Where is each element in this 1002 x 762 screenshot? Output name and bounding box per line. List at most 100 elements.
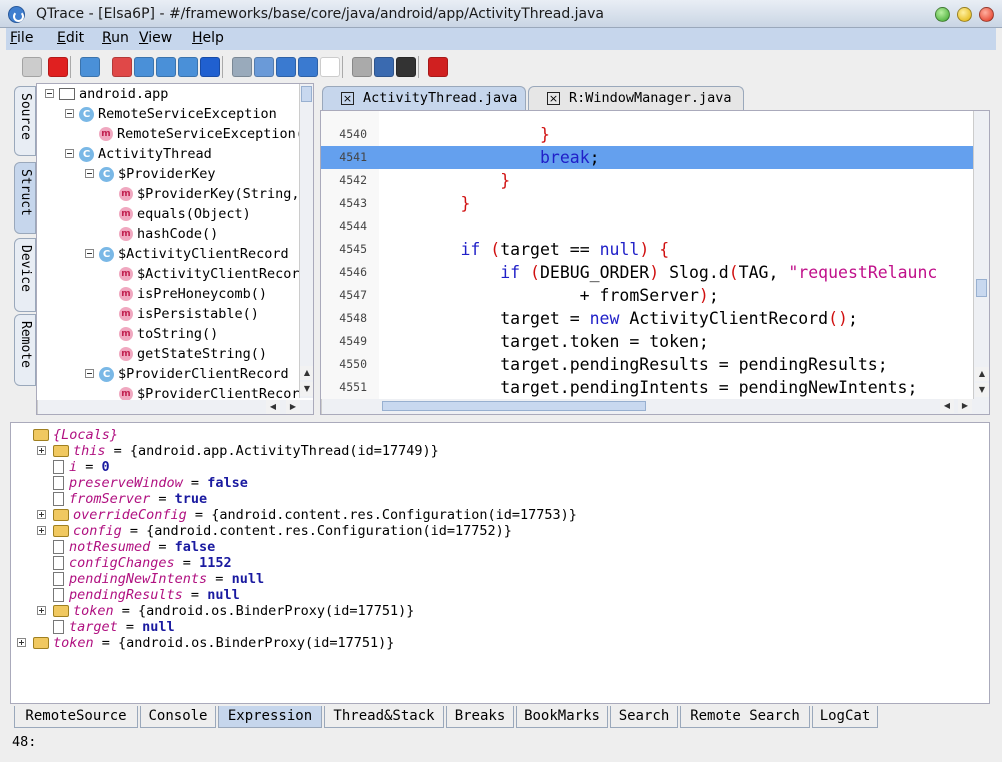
side-tab-source[interactable]: Source xyxy=(14,86,36,156)
power-icon[interactable] xyxy=(428,57,448,77)
bottom-tab-thread-stack[interactable]: Thread&Stack xyxy=(324,706,444,728)
step-over-icon[interactable] xyxy=(134,57,154,77)
close-button[interactable] xyxy=(979,7,994,22)
debug-icon[interactable] xyxy=(22,57,42,77)
tree-horizontal-scrollbar[interactable]: ◀ ▶ xyxy=(37,400,313,414)
variable-row[interactable]: pendingResults = null xyxy=(53,587,240,603)
scroll-right-icon[interactable]: ▶ xyxy=(958,399,972,413)
variable-row[interactable]: {Locals} xyxy=(33,427,118,443)
tree-class-item[interactable]: C $ActivityClientRecord xyxy=(99,244,289,264)
resume-icon[interactable] xyxy=(200,57,220,77)
menu-help[interactable]: Help xyxy=(192,30,224,46)
side-tab-struct[interactable]: Struct xyxy=(14,162,36,234)
bottom-tab-breaks[interactable]: Breaks xyxy=(446,706,514,728)
menu-edit[interactable]: Edit xyxy=(57,30,84,46)
variable-row[interactable]: target = null xyxy=(53,619,175,635)
collapse-icon[interactable] xyxy=(85,369,94,378)
scroll-up-icon[interactable]: ▲ xyxy=(300,366,313,380)
editor-vertical-scrollbar[interactable]: ▲ ▼ xyxy=(973,111,989,399)
blank-icon[interactable] xyxy=(320,57,340,77)
database-icon[interactable] xyxy=(80,57,100,77)
collapse-icon[interactable] xyxy=(85,169,94,178)
bottom-tab-remotesource[interactable]: RemoteSource xyxy=(14,706,138,728)
step-into-icon[interactable] xyxy=(156,57,176,77)
expand-icon[interactable] xyxy=(37,510,46,519)
bottom-tab-console[interactable]: Console xyxy=(140,706,216,728)
code-editor[interactable]: 4540 } 4541 break; 4542 } 4543 } 4544 4545 if… xyxy=(320,110,990,415)
expand-icon[interactable] xyxy=(37,526,46,535)
zoom-icon[interactable] xyxy=(232,57,252,77)
scroll-left-icon[interactable]: ◀ xyxy=(940,399,954,413)
tree-method-item[interactable]: m isPreHoneycomb() xyxy=(119,284,267,304)
menu-view[interactable]: View xyxy=(139,30,172,46)
layout-icon[interactable] xyxy=(374,57,394,77)
minimize-button[interactable] xyxy=(935,7,950,22)
forward-icon[interactable] xyxy=(298,57,318,77)
tree-method-item[interactable]: m $ActivityClientRecor xyxy=(119,264,300,284)
variable-row[interactable]: pendingNewIntents = null xyxy=(53,571,264,587)
scroll-left-icon[interactable]: ◀ xyxy=(266,400,280,414)
tree-vertical-scrollbar[interactable]: ▲ ▼ xyxy=(299,84,313,398)
expand-icon[interactable] xyxy=(37,446,46,455)
stop-icon[interactable] xyxy=(48,57,68,77)
editor-tab-windowmanager[interactable]: × R:WindowManager.java xyxy=(528,86,744,110)
collapse-icon[interactable] xyxy=(85,249,94,258)
back-icon[interactable] xyxy=(276,57,296,77)
tab-close-icon[interactable]: × xyxy=(547,92,560,105)
scroll-up-icon[interactable]: ▲ xyxy=(975,367,989,381)
variable-row[interactable]: this = {android.app.ActivityThread(id=17… xyxy=(53,443,439,459)
bottom-tab-expression[interactable]: Expression xyxy=(218,706,322,728)
variable-row[interactable]: token = {android.os.BinderProxy(id=17751… xyxy=(33,635,394,651)
expand-icon[interactable] xyxy=(17,638,26,647)
tree-method-item[interactable]: m isPersistable() xyxy=(119,304,259,324)
tab-close-icon[interactable]: × xyxy=(341,92,354,105)
variable-row[interactable]: i = 0 xyxy=(53,459,110,475)
tree-class-item[interactable]: C RemoteServiceException xyxy=(79,104,277,124)
window-icon[interactable] xyxy=(352,57,372,77)
terminal-icon[interactable] xyxy=(396,57,416,77)
scroll-right-icon[interactable]: ▶ xyxy=(286,400,300,414)
scroll-thumb[interactable] xyxy=(976,279,987,297)
tree-class-item[interactable]: C ActivityThread xyxy=(79,144,212,164)
editor-horizontal-scrollbar[interactable]: ◀ ▶ xyxy=(321,399,989,414)
variable-row[interactable]: notResumed = false xyxy=(53,539,215,555)
tree-method-item[interactable]: m toString() xyxy=(119,324,218,344)
step-out-icon[interactable] xyxy=(178,57,198,77)
tree-class-item[interactable]: C $ProviderKey xyxy=(99,164,216,184)
tree-class-item[interactable]: C $ProviderClientRecord xyxy=(99,364,289,384)
tree-method-item[interactable]: m getStateString() xyxy=(119,344,267,364)
variable-row[interactable]: token = {android.os.BinderProxy(id=17751… xyxy=(53,603,414,619)
tree-method-item[interactable]: m hashCode() xyxy=(119,224,218,244)
side-tab-remote[interactable]: Remote xyxy=(14,314,36,386)
tree-package-item[interactable]: android.app xyxy=(59,84,168,104)
collapse-icon[interactable] xyxy=(65,109,74,118)
editor-tab-activitythread[interactable]: × ActivityThread.java xyxy=(322,86,526,110)
variable-row[interactable]: overrideConfig = {android.content.res.Co… xyxy=(53,507,577,523)
scroll-thumb[interactable] xyxy=(382,401,646,411)
menu-file[interactable]: File xyxy=(10,30,33,46)
tree-method-item[interactable]: m $ProviderKey(String, xyxy=(119,184,300,204)
scroll-down-icon[interactable]: ▼ xyxy=(975,383,989,397)
menu-run[interactable]: Run xyxy=(102,30,129,46)
tree-method-item[interactable]: m equals(Object) xyxy=(119,204,251,224)
tree-method-item[interactable]: m RemoteServiceException( xyxy=(99,124,304,144)
scroll-down-icon[interactable]: ▼ xyxy=(300,382,313,396)
collapse-icon[interactable] xyxy=(45,89,54,98)
expand-icon[interactable] xyxy=(37,606,46,615)
breakpoint-icon[interactable] xyxy=(112,57,132,77)
variable-row[interactable]: config = {android.content.res.Configurat… xyxy=(53,523,512,539)
variable-row[interactable]: configChanges = 1152 xyxy=(53,555,232,571)
expression-panel[interactable]: {Locals} this = {android.app.ActivityThre… xyxy=(10,422,990,704)
maximize-button[interactable] xyxy=(957,7,972,22)
bottom-tab-bookmarks[interactable]: BookMarks xyxy=(516,706,608,728)
variable-row[interactable]: preserveWindow = false xyxy=(53,475,248,491)
collapse-icon[interactable] xyxy=(65,149,74,158)
side-tab-device[interactable]: Device xyxy=(14,238,36,312)
bottom-tab-logcat[interactable]: LogCat xyxy=(812,706,878,728)
zoom-fit-icon[interactable] xyxy=(254,57,274,77)
variable-row[interactable]: fromServer = true xyxy=(53,491,207,507)
code-line[interactable]: 4541 break; xyxy=(321,146,973,169)
bottom-tab-remote-search[interactable]: Remote Search xyxy=(680,706,810,728)
scroll-thumb[interactable] xyxy=(301,86,312,102)
bottom-tab-search[interactable]: Search xyxy=(610,706,678,728)
